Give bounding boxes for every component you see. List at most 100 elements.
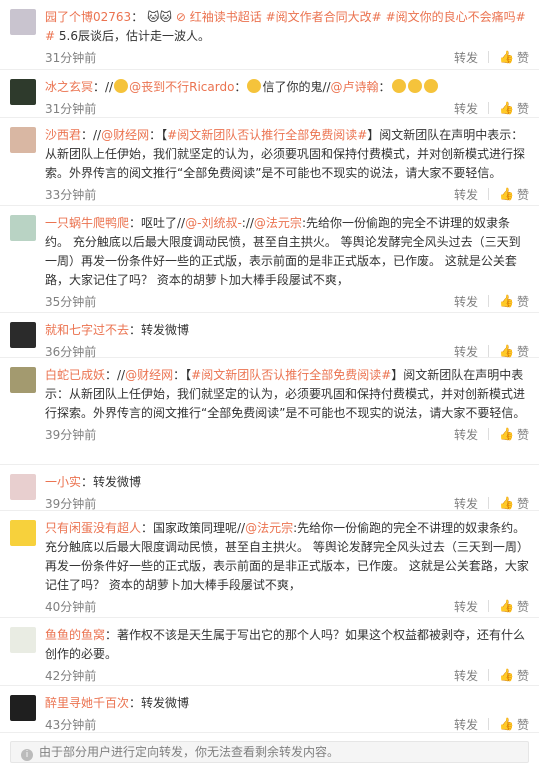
comment-body: 只有闲蛋没有超人：国家政策同理呢//@法元宗:先给你一份偷跑的完全不讲理的奴隶条…	[45, 519, 529, 616]
avatar[interactable]	[10, 695, 36, 721]
forward-button[interactable]: 转发	[454, 186, 478, 203]
like-button[interactable]: 👍 赞	[499, 426, 529, 443]
forward-button[interactable]: 转发	[454, 598, 478, 615]
thumb-up-icon: 👍	[499, 101, 514, 115]
forward-button[interactable]: 转发	[454, 495, 478, 512]
thumb-up-icon: 👍	[499, 427, 514, 441]
emoji-icon	[114, 79, 129, 93]
emoji-icon	[391, 79, 406, 93]
timestamp: 35分钟前	[45, 294, 97, 309]
divider	[488, 600, 490, 612]
comment-text: 沙西君：//@财经网：【#阅文新团队否认推行全部免费阅读#】阅文新团队在声明中表…	[45, 128, 526, 180]
like-button[interactable]: 👍 赞	[499, 186, 529, 203]
thumb-up-icon: 👍	[499, 344, 514, 358]
topic-link[interactable]: #阅文新团队否认推行全部免费阅读#	[167, 128, 367, 142]
forward-button[interactable]: 转发	[454, 426, 478, 443]
comment-text: 园了个博02763： 🐱🐱 ⊘ 红袖读书超话 #阅文作者合同大改# #阅文你的良…	[45, 10, 526, 43]
mention-link[interactable]: @-刘统叔-	[185, 216, 242, 230]
divider	[488, 669, 490, 681]
mention-link[interactable]: @法元宗	[245, 521, 293, 535]
mention-link[interactable]: @法元宗	[254, 216, 302, 230]
comment-body: 冰之玄冥：//@丧到不行Ricardo： 信了你的鬼//@卢诗翰： 31分钟前 转…	[45, 78, 529, 116]
username[interactable]: 园了个博02763	[45, 10, 131, 24]
like-button[interactable]: 👍 赞	[499, 495, 529, 512]
divider	[488, 295, 490, 307]
super-topic-link[interactable]: ⊘ 红袖读书超话	[176, 10, 262, 24]
emoji-icons: 🐱🐱	[147, 10, 173, 24]
comment-body: 沙西君：//@财经网：【#阅文新团队否认推行全部免费阅读#】阅文新团队在声明中表…	[45, 126, 529, 204]
username[interactable]: 就和七字过不去	[45, 323, 129, 337]
comment-text: 冰之玄冥：//@丧到不行Ricardo： 信了你的鬼//@卢诗翰：	[45, 78, 529, 97]
like-button[interactable]: 👍 赞	[499, 49, 529, 66]
avatar[interactable]	[10, 322, 36, 348]
like-button[interactable]: 👍 赞	[499, 100, 529, 117]
emoji-icon	[423, 79, 438, 93]
avatar[interactable]	[10, 474, 36, 500]
comment-meta: 43分钟前 转发 👍 赞	[45, 714, 529, 734]
comment-body: 一只蜗牛爬鸭爬：呕吐了//@-刘统叔-://@法元宗:先给你一份偷跑的完全不讲理…	[45, 214, 529, 311]
thumb-up-icon: 👍	[499, 668, 514, 682]
avatar[interactable]	[10, 79, 36, 105]
username[interactable]: 白蛇已成妖	[45, 368, 105, 382]
username[interactable]: 沙西君	[45, 128, 81, 142]
forward-button[interactable]: 转发	[454, 343, 478, 360]
thumb-up-icon: 👍	[499, 187, 514, 201]
thumb-up-icon: 👍	[499, 50, 514, 64]
forward-button[interactable]: 转发	[454, 293, 478, 310]
comment-body: 鱼鱼的鱼窝：著作权不该是天生属于写出它的那个人吗？如果这个权益都被剥夺，还有什么…	[45, 626, 529, 683]
topic-link[interactable]: #阅文你的良心不会痛吗#	[386, 10, 526, 24]
comment-meta: 35分钟前 转发 👍 赞	[45, 291, 529, 311]
comment-body: 一小实：转发微博 39分钟前 转发 👍 赞	[45, 473, 529, 511]
username[interactable]: 一只蜗牛爬鸭爬	[45, 216, 129, 230]
topic-link[interactable]: #阅文作者合同大改#	[266, 10, 382, 24]
thumb-up-icon: 👍	[499, 599, 514, 613]
divider	[488, 428, 490, 440]
like-button[interactable]: 👍 赞	[499, 343, 529, 360]
comment-meta: 33分钟前 转发 👍 赞	[45, 184, 529, 204]
like-button[interactable]: 👍 赞	[499, 716, 529, 733]
timestamp: 36分钟前	[45, 344, 97, 359]
timestamp: 43分钟前	[45, 717, 97, 732]
mention-link[interactable]: @财经网	[125, 368, 173, 382]
list-item: 醉里寻她千百次：转发微博 43分钟前 转发 👍 赞	[0, 686, 539, 733]
mention-link[interactable]: @财经网	[101, 128, 149, 142]
mention-link[interactable]: @卢诗翰	[331, 80, 379, 94]
comment-meta: 36分钟前 转发 👍 赞	[45, 341, 529, 361]
username[interactable]: 一小实	[45, 475, 81, 489]
forward-button[interactable]: 转发	[454, 716, 478, 733]
comment-meta: 40分钟前 转发 👍 赞	[45, 596, 529, 616]
avatar[interactable]	[10, 627, 36, 653]
avatar[interactable]	[10, 9, 36, 35]
timestamp: 40分钟前	[45, 599, 97, 614]
like-button[interactable]: 👍 赞	[499, 667, 529, 684]
username[interactable]: 冰之玄冥	[45, 80, 93, 94]
list-item: 白蛇已成妖：//@财经网：【#阅文新团队否认推行全部免费阅读#】阅文新团队在声明…	[0, 358, 539, 465]
comment-body: 园了个博02763： 🐱🐱 ⊘ 红袖读书超话 #阅文作者合同大改# #阅文你的良…	[45, 8, 529, 65]
avatar[interactable]	[10, 367, 36, 393]
forward-button[interactable]: 转发	[454, 667, 478, 684]
list-item: 冰之玄冥：//@丧到不行Ricardo： 信了你的鬼//@卢诗翰： 31分钟前 转…	[0, 70, 539, 118]
timestamp: 39分钟前	[45, 496, 97, 511]
username[interactable]: 鱼鱼的鱼窝	[45, 628, 105, 642]
username[interactable]: 醉里寻她千百次	[45, 696, 129, 710]
avatar[interactable]	[10, 520, 36, 546]
forward-button[interactable]: 转发	[454, 100, 478, 117]
forward-button[interactable]: 转发	[454, 49, 478, 66]
like-button[interactable]: 👍 赞	[499, 293, 529, 310]
like-button[interactable]: 👍 赞	[499, 598, 529, 615]
comment-text: 白蛇已成妖：//@财经网：【#阅文新团队否认推行全部免费阅读#】阅文新团队在声明…	[45, 368, 526, 420]
list-item: 鱼鱼的鱼窝：著作权不该是天生属于写出它的那个人吗？如果这个权益都被剥夺，还有什么…	[0, 618, 539, 686]
list-item: 只有闲蛋没有超人：国家政策同理呢//@法元宗:先给你一份偷跑的完全不讲理的奴隶条…	[0, 511, 539, 618]
username[interactable]: 只有闲蛋没有超人	[45, 521, 141, 535]
emoji-icon	[247, 79, 262, 93]
thumb-up-icon: 👍	[499, 717, 514, 731]
comment-meta: 42分钟前 转发 👍 赞	[45, 665, 529, 685]
topic-link[interactable]: #阅文新团队否认推行全部免费阅读#	[191, 368, 391, 382]
avatar[interactable]	[10, 127, 36, 153]
list-item: 园了个博02763： 🐱🐱 ⊘ 红袖读书超话 #阅文作者合同大改# #阅文你的良…	[0, 0, 539, 70]
avatar[interactable]	[10, 215, 36, 241]
divider	[488, 718, 490, 730]
timestamp: 31分钟前	[45, 50, 97, 65]
comment-text: 一小实：转发微博	[45, 475, 142, 489]
mention-link[interactable]: @丧到不行Ricardo	[129, 80, 234, 94]
